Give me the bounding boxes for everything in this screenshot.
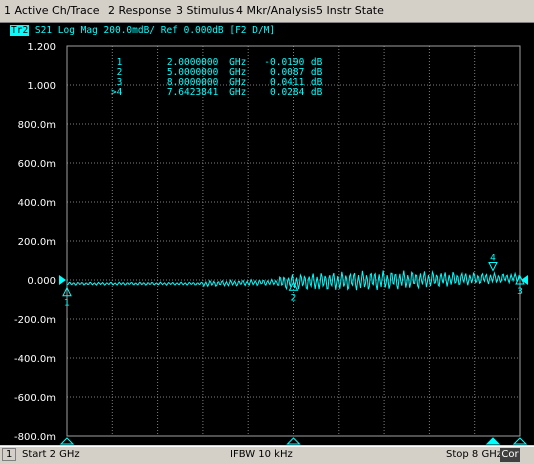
- marker-axis-triangle: [485, 437, 501, 445]
- y-tick-label: 200.0m: [18, 237, 56, 248]
- marker-value-unit: dB: [310, 87, 323, 98]
- marker-axis-triangle: [59, 437, 75, 445]
- y-tick-label: 600.0m: [18, 159, 56, 170]
- menu-bar: 1 Active Ch/Trace 2 Response 3 Stimulus …: [0, 0, 534, 23]
- y-tick-label: -600.0m: [14, 393, 56, 404]
- menu-response[interactable]: 2 Response: [108, 4, 171, 17]
- marker-active-triangle: [488, 261, 498, 272]
- measurement-screen: 1.200 1.000 800.0m 600.0m 400.0m 200.0m 0.000 -…: [0, 23, 534, 445]
- stop-frequency[interactable]: Stop 8 GHz: [446, 449, 502, 460]
- marker-label: 2: [291, 293, 297, 303]
- marker-label: 3: [517, 287, 523, 297]
- y-tick-label: -400.0m: [14, 354, 56, 365]
- y-tick-label: 400.0m: [18, 198, 56, 209]
- trace-tab[interactable]: Tr2: [10, 25, 30, 36]
- status-bar: 1 Start 2 GHz IFBW 10 kHz Stop 8 GHz Cor: [0, 446, 534, 464]
- marker-axis-triangle: [286, 437, 301, 445]
- reference-level-arrow-left: [59, 275, 66, 285]
- if-bandwidth[interactable]: IFBW 10 kHz: [230, 449, 293, 460]
- marker-value: 0.0284: [270, 87, 305, 98]
- menu-active-ch-trace[interactable]: 1 Active Ch/Trace: [4, 4, 100, 17]
- start-frequency[interactable]: Start 2 GHz: [22, 449, 80, 460]
- y-tick-label: 0.000: [27, 276, 56, 287]
- trace-header[interactable]: Tr2 S21 Log Mag 200.0mdB/ Ref 0.000dB [F…: [10, 25, 275, 37]
- marker-row: 1 2.0000000 GHz -0.0190 dB: [70, 48, 323, 68]
- y-tick-label: 800.0m: [18, 120, 56, 131]
- marker-label: 1: [64, 299, 70, 309]
- marker-table: 1 2.0000000 GHz -0.0190 dB 2 5.0000000 GHz 0.00…: [70, 48, 323, 98]
- y-tick-label: -800.0m: [14, 432, 56, 443]
- y-tick-label: -200.0m: [14, 315, 56, 326]
- marker-label: 4: [490, 253, 496, 263]
- marker-number: >4: [110, 87, 123, 98]
- menu-stimulus[interactable]: 3 Stimulus: [176, 4, 234, 17]
- marker-frequency-unit: GHz: [229, 87, 247, 98]
- channel-number[interactable]: 1: [6, 449, 12, 460]
- trace-settings: S21 Log Mag 200.0mdB/ Ref 0.000dB [F2 D/…: [34, 25, 276, 36]
- y-tick-label: 1.200: [27, 42, 56, 53]
- menu-instr-state[interactable]: 5 Instr State: [316, 4, 384, 17]
- correction-badge[interactable]: Cor: [500, 448, 520, 462]
- menu-mkr-analysis[interactable]: 4 Mkr/Analysis: [236, 4, 316, 17]
- y-tick-label: 1.000: [27, 81, 56, 92]
- trace-line-s21: [67, 270, 521, 291]
- marker-frequency: 7.6423841: [166, 87, 219, 98]
- marker-axis-triangle: [512, 437, 528, 445]
